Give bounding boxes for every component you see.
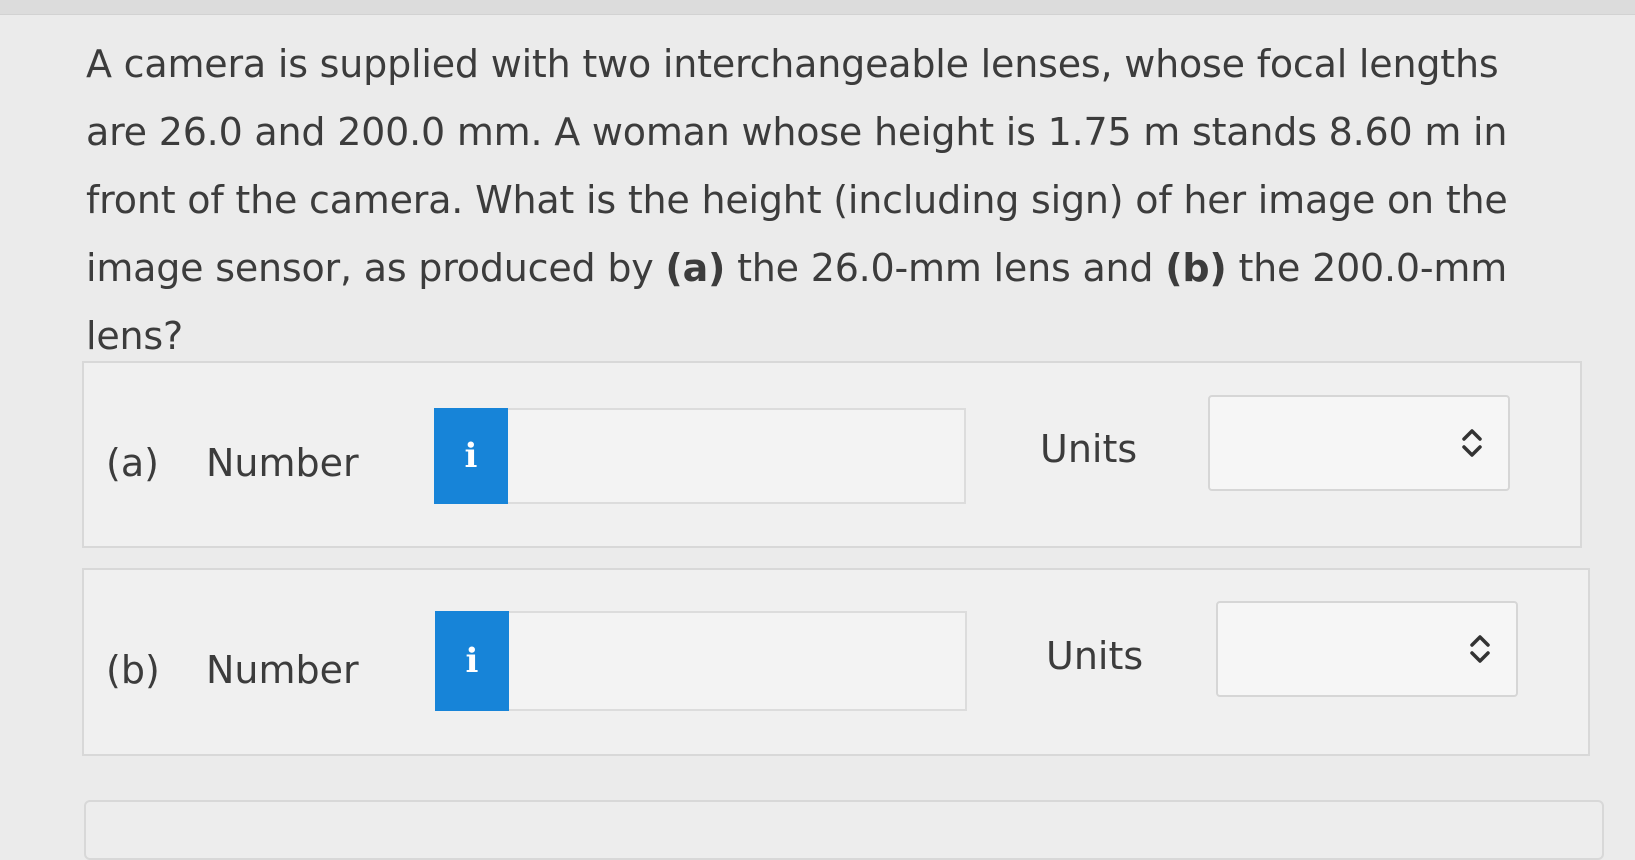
part-a-row: (a) Number i Units <box>82 361 1582 548</box>
part-b-units-select[interactable] <box>1216 601 1518 697</box>
part-a-letter: (a) <box>106 441 159 485</box>
part-a-units-label: Units <box>1040 427 1138 471</box>
part-b-number-label: Number <box>206 648 359 692</box>
part-a-marker: (a) <box>665 246 726 290</box>
chevron-up-down-icon <box>1462 429 1482 457</box>
part-b-answer-box: i <box>435 611 967 711</box>
part-b-letter: (b) <box>106 648 160 692</box>
part-a-info-icon[interactable]: i <box>434 408 508 504</box>
question-text: A camera is supplied with two interchang… <box>86 30 1536 370</box>
chevron-up-down-icon <box>1470 635 1490 663</box>
part-b-marker: (b) <box>1165 246 1227 290</box>
next-section-card <box>84 800 1604 860</box>
part-b-row: (b) Number i Units <box>82 568 1590 756</box>
part-a-number-input[interactable] <box>508 410 964 502</box>
part-a-answer-box: i <box>434 408 966 504</box>
part-b-number-input[interactable] <box>509 613 965 709</box>
info-icon: i <box>464 436 478 476</box>
part-a-number-label: Number <box>206 441 359 485</box>
part-b-info-icon[interactable]: i <box>435 611 509 711</box>
info-icon: i <box>465 641 479 681</box>
part-a-units-select[interactable] <box>1208 395 1510 491</box>
top-edge-divider <box>0 0 1635 15</box>
question-text-part-2: the 26.0-mm lens and <box>725 246 1166 290</box>
part-b-units-label: Units <box>1046 634 1144 678</box>
